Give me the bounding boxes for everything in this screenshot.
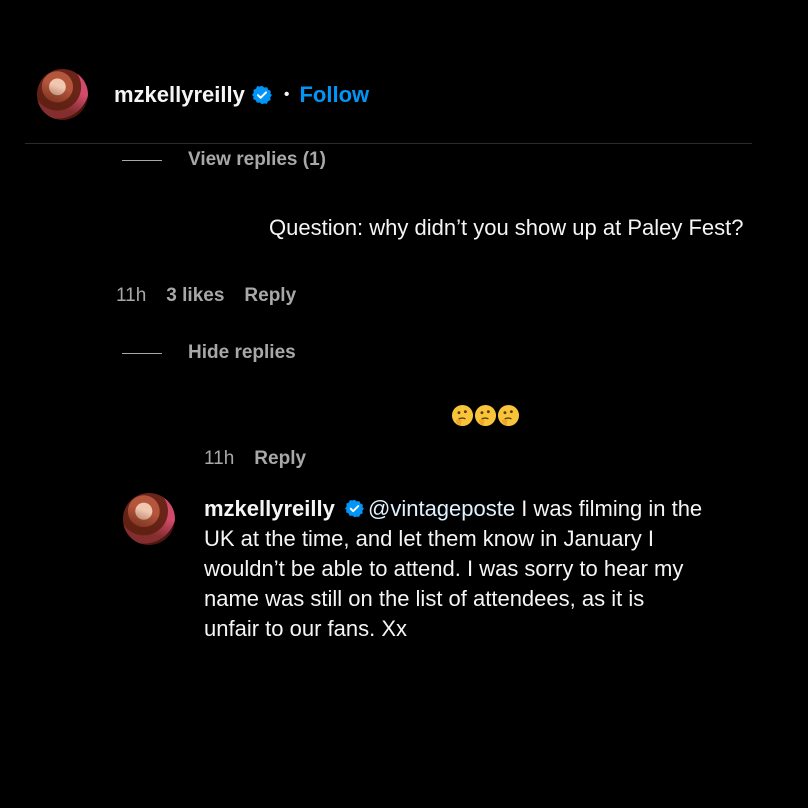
header-separator: •: [283, 86, 290, 103]
reply-text-line: I was filming in the: [515, 496, 703, 521]
reply-text-line: unfair to our fans. Xx: [204, 616, 407, 641]
comment-time: 11h: [116, 285, 147, 306]
hide-replies-button[interactable]: Hide replies: [188, 342, 296, 364]
comment-likes[interactable]: 3 likes: [166, 285, 224, 307]
mention-link[interactable]: @vintageposte: [368, 496, 515, 521]
reply-text-line: UK at the time, and let them know in Jan…: [204, 526, 655, 551]
verified-badge-icon: [345, 499, 364, 518]
emoji-comment-reply-button[interactable]: Reply: [254, 448, 306, 470]
emoji-comment-meta: 11h Reply: [204, 448, 306, 470]
reply-username[interactable]: mzkellyreilly: [204, 496, 335, 521]
comment-reply-button[interactable]: Reply: [244, 285, 296, 307]
view-replies-button[interactable]: View replies (1): [188, 149, 326, 171]
verified-badge-icon: [251, 85, 272, 105]
header-divider: [25, 143, 752, 144]
post-header: mzkellyreilly • Follow: [114, 80, 369, 110]
follow-button[interactable]: Follow: [299, 82, 369, 108]
comment-text: Question: why didn’t you show up at Pale…: [269, 215, 744, 240]
comment-meta: 11h 3 likes Reply: [116, 285, 296, 307]
avatar[interactable]: [37, 69, 88, 120]
reply-avatar[interactable]: [123, 493, 175, 545]
replies-line: [122, 160, 162, 161]
owner-reply-line-1: mzkellyreilly @vintageposte I was filmin…: [204, 494, 764, 524]
reply-text-line: wouldn’t be able to attend. I was sorry …: [204, 556, 684, 581]
emoji-comment-time: 11h: [204, 448, 235, 469]
reply-text-line: name was still on the list of attendees,…: [204, 586, 645, 611]
owner-reply: mzkellyreilly @vintageposte I was filmin…: [204, 494, 764, 644]
hide-replies-line: [122, 353, 162, 354]
thinking-face-icon: [451, 404, 520, 430]
header-username[interactable]: mzkellyreilly: [114, 82, 245, 108]
